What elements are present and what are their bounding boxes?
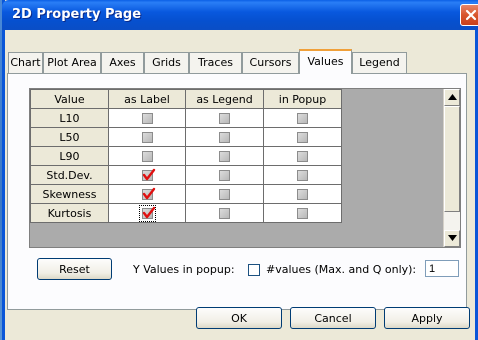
as-label-checkbox[interactable] xyxy=(141,187,155,200)
tab-label: Traces xyxy=(198,56,233,69)
as-legend-checkbox[interactable] xyxy=(219,170,230,181)
as-label-checkbox[interactable] xyxy=(141,132,153,143)
row-label: Std.Dev. xyxy=(30,165,109,185)
grid-cell xyxy=(263,127,342,147)
tab-grids[interactable]: Grids xyxy=(144,52,189,73)
column-header-in-popup: in Popup xyxy=(263,89,342,109)
tab-plot-area[interactable]: Plot Area xyxy=(43,52,101,73)
cancel-label: Cancel xyxy=(314,312,352,325)
grid-cell xyxy=(108,165,186,185)
grid-cell xyxy=(108,108,186,128)
grid-cell xyxy=(263,146,342,166)
grid-cell xyxy=(185,184,264,204)
values-count-input[interactable] xyxy=(425,260,459,277)
as-legend-checkbox[interactable] xyxy=(219,113,230,124)
tab-label: Plot Area xyxy=(47,56,97,69)
as-legend-checkbox[interactable] xyxy=(219,189,230,200)
tab-label: Values xyxy=(307,55,344,68)
grid-cell xyxy=(185,203,264,223)
column-header-as-label: as Label xyxy=(108,89,186,109)
table-row: Std.Dev. xyxy=(30,165,342,185)
reset-label: Reset xyxy=(59,263,90,276)
row-label: Skewness xyxy=(30,184,109,204)
in-popup-checkbox[interactable] xyxy=(297,151,308,162)
row-label: L50 xyxy=(30,127,109,147)
grid-cell xyxy=(263,165,342,185)
close-icon xyxy=(465,9,477,21)
tab-cursors[interactable]: Cursors xyxy=(242,52,299,73)
checkmark-icon xyxy=(142,187,155,200)
window-title: 2D Property Page xyxy=(12,7,142,22)
tab-traces[interactable]: Traces xyxy=(189,52,242,73)
popup-label: Y Values in popup: xyxy=(133,263,235,276)
tab-axes[interactable]: Axes xyxy=(101,52,144,73)
scroll-down-button[interactable] xyxy=(444,230,460,247)
title-bar[interactable]: 2D Property Page xyxy=(2,0,478,30)
row-label: L90 xyxy=(30,146,109,166)
tab-label: Legend xyxy=(359,56,400,69)
grid-cell xyxy=(263,184,342,204)
grid-cell xyxy=(185,165,264,185)
table-row: L10 xyxy=(30,108,342,128)
apply-label: Apply xyxy=(411,312,443,325)
arrow-down-icon xyxy=(448,235,457,241)
as-label-checkbox[interactable] xyxy=(141,151,153,162)
values-count-label: #values (Max. and Q only): xyxy=(266,263,417,276)
grid-cell xyxy=(185,127,264,147)
grid-cell xyxy=(185,108,264,128)
in-popup-checkbox[interactable] xyxy=(297,170,308,181)
column-header-as-legend: as Legend xyxy=(185,89,264,109)
as-legend-checkbox[interactable] xyxy=(219,132,230,143)
column-header-value: Value xyxy=(30,89,109,109)
tab-legend[interactable]: Legend xyxy=(352,52,407,73)
table-row: L90 xyxy=(30,146,342,166)
as-legend-checkbox[interactable] xyxy=(219,208,230,219)
as-label-checkbox[interactable] xyxy=(138,205,156,222)
tab-chart[interactable]: Chart xyxy=(8,52,43,73)
table-row: L50 xyxy=(30,127,342,147)
grid-cell xyxy=(108,203,186,223)
in-popup-checkbox[interactable] xyxy=(297,113,308,124)
row-label: Kurtosis xyxy=(30,203,109,223)
apply-button[interactable]: Apply xyxy=(384,307,470,329)
grid-cell xyxy=(185,146,264,166)
grid-cell xyxy=(263,203,342,223)
ok-label: OK xyxy=(231,312,247,325)
in-popup-checkbox[interactable] xyxy=(297,132,308,143)
grid-cell xyxy=(263,108,342,128)
cancel-button[interactable]: Cancel xyxy=(290,307,376,329)
grid-cell xyxy=(108,127,186,147)
table-row: Kurtosis xyxy=(30,203,342,223)
checkmark-icon xyxy=(142,206,155,219)
scroll-up-button[interactable] xyxy=(444,89,460,106)
table-header-row: Value as Label as Legend in Popup xyxy=(30,89,342,109)
as-legend-checkbox[interactable] xyxy=(219,151,230,162)
values-grid: Value as Label as Legend in Popup L10 L50… xyxy=(29,88,461,248)
in-popup-checkbox[interactable] xyxy=(297,208,308,219)
table-row: Skewness xyxy=(30,184,342,204)
grid-cell xyxy=(108,146,186,166)
row-label: L10 xyxy=(30,108,109,128)
y-values-popup-checkbox[interactable] xyxy=(248,264,260,276)
in-popup-checkbox[interactable] xyxy=(297,189,308,200)
scrollbar-thumb[interactable] xyxy=(444,106,460,212)
arrow-up-icon xyxy=(448,94,457,100)
tab-label: Grids xyxy=(152,56,181,69)
checkmark-icon xyxy=(142,168,155,181)
close-button[interactable] xyxy=(460,4,478,26)
as-label-checkbox[interactable] xyxy=(141,168,155,181)
values-table: Value as Label as Legend in Popup L10 L50… xyxy=(30,89,342,223)
ok-button[interactable]: OK xyxy=(196,307,282,329)
tab-values[interactable]: Values xyxy=(299,49,352,74)
grid-scrollbar[interactable] xyxy=(443,89,460,247)
tab-label: Axes xyxy=(109,56,136,69)
reset-button[interactable]: Reset xyxy=(37,258,112,280)
tab-label: Chart xyxy=(10,56,41,69)
tab-label: Cursors xyxy=(249,56,292,69)
grid-cell xyxy=(108,184,186,204)
as-label-checkbox[interactable] xyxy=(141,113,153,124)
